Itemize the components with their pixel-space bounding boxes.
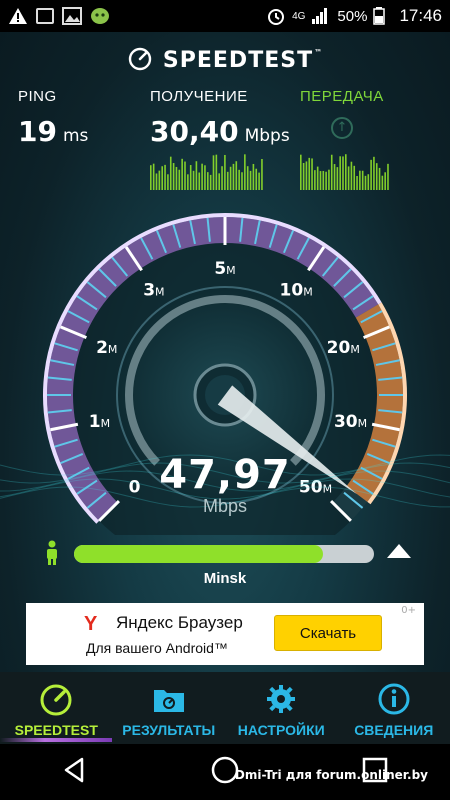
app-icon [90, 7, 110, 25]
ad-banner[interactable]: Y Яндекс Браузер Для вашего Android™ Ска… [26, 603, 424, 665]
notification-icon [36, 8, 54, 24]
nav-settings[interactable]: НАСТРОЙКИ [225, 672, 338, 744]
back-icon[interactable] [60, 755, 90, 789]
signal-icon [311, 7, 331, 25]
server-location[interactable]: Minsk [0, 570, 450, 587]
status-bar: 4G 50% 17:46 [0, 0, 450, 32]
gauge-icon [38, 682, 74, 720]
active-tab-indicator [0, 738, 112, 742]
network-type: 4G [292, 10, 306, 22]
download-graph [150, 154, 263, 190]
age-rating-badge: 0+ [401, 605, 416, 616]
download-value: 30,40 Mbps [150, 115, 290, 148]
warning-icon [8, 7, 28, 25]
download-button[interactable]: Скачать [274, 615, 382, 651]
upload-graph [300, 154, 389, 190]
brand-title: SPEEDTEST™ [162, 47, 324, 73]
upload-metric: ПЕРЕДАЧА [300, 88, 384, 105]
ad-title: Яндекс Браузер [116, 613, 243, 632]
download-metric: ПОЛУЧЕНИЕ 30,40 Mbps [150, 88, 290, 148]
nav-results[interactable]: РЕЗУЛЬТАТЫ [113, 672, 226, 744]
upload-arrow-icon: ↑ [331, 117, 353, 139]
app-header: SPEEDTEST™ [0, 42, 450, 78]
gallery-icon [62, 7, 82, 25]
battery-percent: 50% [337, 7, 368, 25]
bottom-navigation: SPEEDTEST РЕЗУЛЬТАТЫ НАСТРОЙКИ СВЕДЕНИЯ [0, 672, 450, 744]
person-icon [44, 540, 60, 570]
nav-speedtest-label: SPEEDTEST [14, 722, 98, 738]
current-speed-unit: Mbps [202, 496, 247, 516]
download-label: ПОЛУЧЕНИЕ [150, 88, 248, 105]
server-icon [386, 543, 412, 565]
nav-speedtest[interactable]: SPEEDTEST [0, 672, 113, 744]
ping-label: PING [18, 88, 57, 105]
nav-settings-label: НАСТРОЙКИ [237, 722, 325, 738]
clock: 17:46 [399, 6, 442, 25]
test-progress-bar [74, 545, 374, 563]
test-progress-fill [74, 545, 323, 563]
watermark: Dmi-Tri для forum.onliner.by [234, 768, 428, 782]
alarm-icon [266, 7, 286, 25]
ping-value: 19 ms [18, 115, 89, 148]
folder-icon [151, 682, 187, 720]
nav-results-label: РЕЗУЛЬТАТЫ [122, 722, 216, 738]
info-icon [376, 682, 412, 720]
ad-subtitle: Для вашего Android™ [86, 640, 228, 656]
upload-label: ПЕРЕДАЧА [300, 88, 384, 105]
current-speed: 47,97 [159, 452, 291, 498]
ping-metric: PING 19 ms [18, 88, 88, 148]
gear-icon [263, 682, 299, 720]
nav-info[interactable]: СВЕДЕНИЯ [338, 672, 450, 744]
nav-info-label: СВЕДЕНИЯ [354, 722, 434, 738]
battery-icon [373, 7, 393, 25]
speedometer-logo-icon [127, 45, 153, 75]
yandex-logo: Y [84, 613, 98, 635]
